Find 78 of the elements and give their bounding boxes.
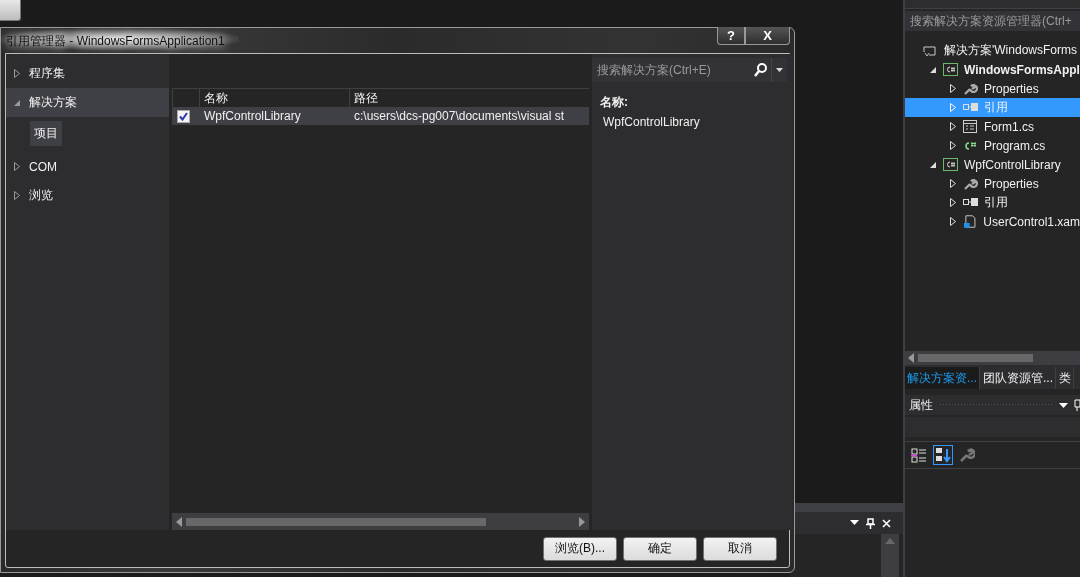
dialog-button[interactable]: 取消 [703,536,777,561]
tree-item[interactable]: 解决方案'WindowsForms [905,41,1080,60]
solution-icon [923,44,938,57]
pin-icon [866,517,875,529]
code-file-icon [963,139,978,152]
tree-label: 引用 [984,194,1008,211]
tree-item[interactable]: UserControl1.xam [905,212,1080,231]
scroll-left-arrow-icon [908,353,914,363]
dropdown-icon [776,68,783,72]
tree-label: Form1.cs [984,119,1034,134]
panel-title: 属性 [909,396,933,414]
tree-label: 引用 [984,99,1008,116]
object-selector[interactable] [905,417,1080,437]
check-icon [179,111,188,121]
nav-item[interactable]: 浏览 [6,181,169,210]
panel-tab[interactable]: 团队资源管... [981,367,1057,389]
alphabetical-button[interactable] [933,445,953,465]
detail-value: WpfControlLibrary [603,115,701,129]
tree-label: 解决方案'WindowsForms [944,42,1077,59]
nav-label: COM [29,159,57,174]
horizontal-scrollbar[interactable] [172,513,589,530]
nav-label: 解决方案 [29,94,77,111]
references-icon [963,101,978,114]
scroll-left-arrow-icon [176,516,182,527]
wrench-icon [959,447,975,463]
dialog-button[interactable]: 浏览(B)... [543,536,617,561]
search-icon [754,63,767,77]
references-icon [963,196,978,209]
scroll-up-arrow-icon [885,538,895,544]
dropdown-icon [1059,402,1068,408]
nav-label: 浏览 [29,187,53,204]
tree-label: WindowsFormsAppl [964,62,1080,77]
tree-item[interactable]: WindowsFormsAppl [905,60,1080,79]
dropdown-icon [850,520,859,526]
sort-icon [935,447,951,463]
project-icon [943,63,958,76]
categorized-icon [911,447,927,463]
tree-label: Program.cs [984,138,1046,153]
pin-icon [1074,399,1080,411]
detail-label: 名称: [600,94,629,111]
tree-item[interactable]: 引用 [905,193,1080,212]
checkbox[interactable] [177,109,190,123]
table-cell-text: c:\users\dcs-pg007\documents\visual st [353,109,566,123]
wrench-icon [963,177,978,190]
help-button[interactable]: ? [717,27,745,45]
scrollbar-thumb[interactable] [918,354,1033,362]
nav-item[interactable]: 解决方案 [6,88,169,117]
nav-subitem[interactable]: 项目 [30,121,62,146]
dialog-button[interactable]: 确定 [623,536,697,561]
table-cell-text: WpfControlLibrary [203,109,302,123]
tree-item[interactable]: WpfControlLibrary [905,155,1080,174]
tree-label: Properties [984,176,1039,191]
scrollbar[interactable] [881,534,899,577]
tree-item[interactable]: Properties [905,79,1080,98]
close-button[interactable]: X [745,27,790,45]
project-icon [943,158,958,171]
close-icon [882,518,891,528]
table-row[interactable]: WpfControlLibrary c:\users\dcs-pg007\documents\visual st [172,107,589,125]
tree-item[interactable]: Form1.cs [905,117,1080,136]
tree-item[interactable]: Properties [905,174,1080,193]
tree-item[interactable]: Program.cs [905,136,1080,155]
tree-label: Properties [984,81,1039,96]
panel-tab[interactable]: 解决方案资... [905,367,980,389]
wrench-icon [963,82,978,95]
tree-label: UserControl1.xam [983,214,1080,229]
search-field[interactable]: 搜索解决方案资源管理器(Ctrl+ [905,11,1080,31]
nav-label: 程序集 [29,65,65,82]
tree-label: WpfControlLibrary [964,157,1061,172]
partial-button[interactable] [0,0,21,21]
horizontal-scrollbar[interactable] [905,351,1080,365]
scroll-right-arrow-icon [579,516,585,527]
nav-item[interactable]: COM [6,152,169,181]
scrollbar-thumb[interactable] [186,517,486,526]
form-icon [963,120,978,133]
document-icon [963,215,978,228]
panel-tab[interactable]: 类 [1057,367,1075,389]
nav-item[interactable]: 程序集 [6,59,169,88]
search-field[interactable]: 搜索解决方案(Ctrl+E) [592,58,787,82]
